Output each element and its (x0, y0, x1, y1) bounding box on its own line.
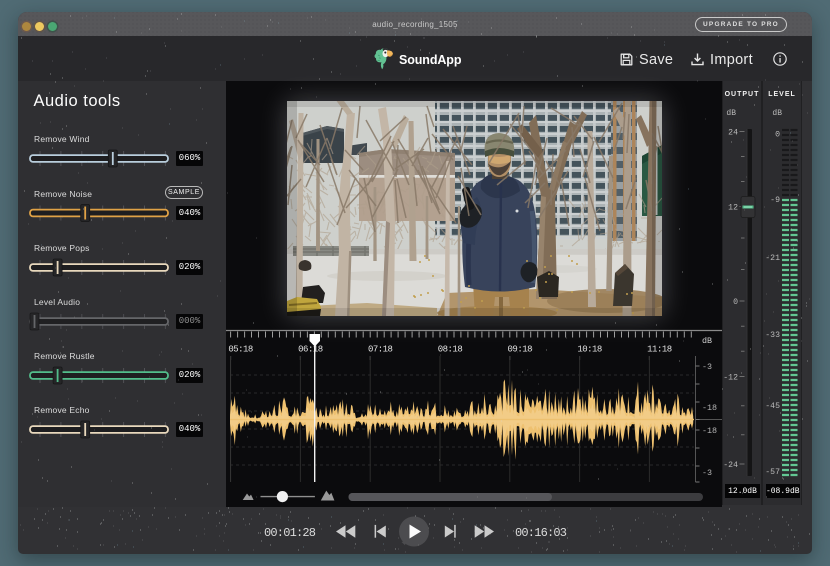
svg-text:0: 0 (733, 298, 738, 307)
svg-text:05:18: 05:18 (228, 345, 253, 355)
svg-text:-45: -45 (765, 402, 780, 411)
svg-text:-12: -12 (723, 374, 738, 383)
svg-text:12: 12 (728, 204, 738, 213)
svg-text:-3: -3 (702, 362, 712, 372)
svg-text:dB: dB (702, 336, 712, 346)
svg-text:-57: -57 (765, 468, 780, 477)
svg-text:09:18: 09:18 (508, 345, 533, 355)
svg-text:-24: -24 (723, 461, 738, 470)
svg-text:-3: -3 (702, 468, 712, 478)
svg-text:24: 24 (728, 129, 738, 138)
svg-text:08:18: 08:18 (438, 345, 463, 355)
svg-text:-18: -18 (702, 426, 717, 436)
svg-text:11:18: 11:18 (647, 345, 672, 355)
svg-text:06:18: 06:18 (298, 345, 323, 355)
svg-text:0: 0 (775, 131, 780, 140)
svg-text:10:18: 10:18 (577, 345, 602, 355)
svg-text:-9: -9 (770, 196, 780, 205)
svg-text:-33: -33 (765, 331, 780, 340)
svg-text:07:18: 07:18 (368, 345, 393, 355)
svg-text:-21: -21 (765, 254, 780, 263)
svg-text:-18: -18 (702, 403, 717, 413)
